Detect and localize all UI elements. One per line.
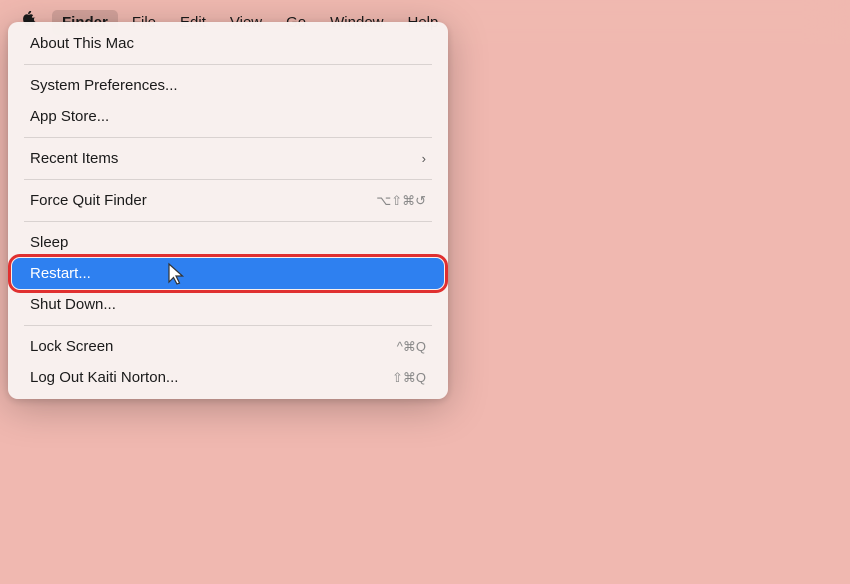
system-preferences-label: System Preferences... [30,77,178,94]
app-store-item[interactable]: App Store... [12,101,444,132]
recent-items-chevron: › [422,151,426,166]
separator-1 [24,64,432,65]
restart-item[interactable]: Restart... [12,258,444,289]
separator-3 [24,179,432,180]
force-quit-item[interactable]: Force Quit Finder ⌥⇧⌘↺ [12,185,444,216]
sleep-label: Sleep [30,234,68,251]
separator-5 [24,325,432,326]
about-this-mac-label: About This Mac [30,35,134,52]
lock-screen-shortcut: ^⌘Q [397,339,426,355]
force-quit-label: Force Quit Finder [30,192,147,209]
system-preferences-item[interactable]: System Preferences... [12,70,444,101]
lock-screen-item[interactable]: Lock Screen ^⌘Q [12,331,444,362]
log-out-item[interactable]: Log Out Kaiti Norton... ⇧⌘Q [12,362,444,393]
separator-2 [24,137,432,138]
about-this-mac-item[interactable]: About This Mac [12,28,444,59]
separator-4 [24,221,432,222]
lock-screen-label: Lock Screen [30,338,113,355]
recent-items-label: Recent Items [30,150,118,167]
shut-down-label: Shut Down... [30,296,116,313]
app-store-label: App Store... [30,108,109,125]
apple-dropdown-menu: About This Mac System Preferences... App… [8,22,448,399]
force-quit-shortcut: ⌥⇧⌘↺ [376,193,426,209]
log-out-label: Log Out Kaiti Norton... [30,369,178,386]
restart-label: Restart... [30,265,91,282]
recent-items-item[interactable]: Recent Items › [12,143,444,174]
shut-down-item[interactable]: Shut Down... [12,289,444,320]
mouse-cursor [167,262,189,288]
log-out-shortcut: ⇧⌘Q [392,370,426,386]
sleep-item[interactable]: Sleep [12,227,444,258]
